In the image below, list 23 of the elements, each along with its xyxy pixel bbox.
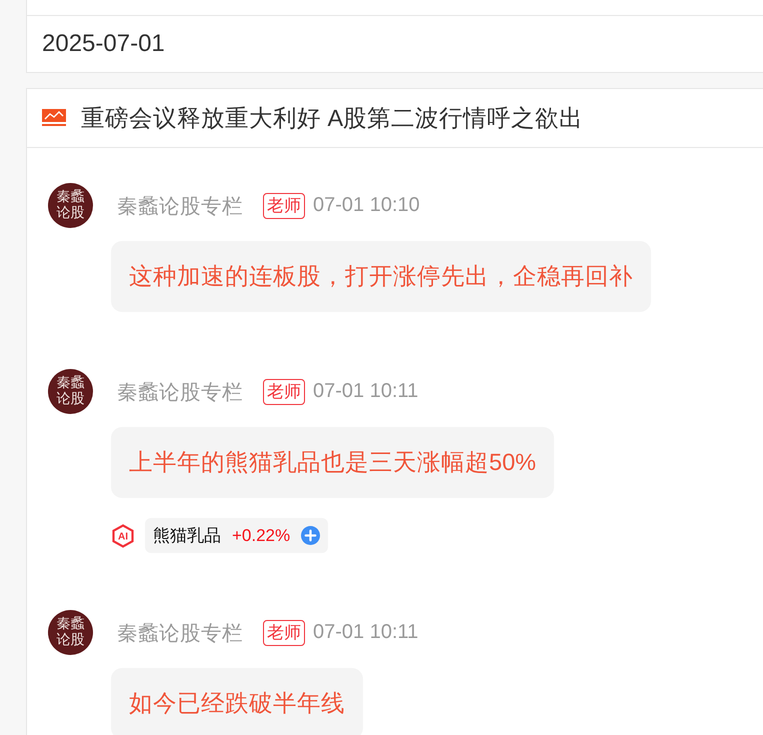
role-badge: 老师: [263, 620, 305, 646]
message-time: 07-01 10:11: [313, 621, 418, 644]
role-badge: 老师: [263, 378, 305, 404]
date-label: 2025-07-01: [42, 30, 165, 58]
role-badge: 老师: [263, 192, 305, 218]
avatar-text: 秦蠡论股: [56, 190, 84, 221]
avatar-text: 秦蠡论股: [56, 617, 84, 648]
stock-name: 熊猫乳品: [153, 525, 221, 547]
stock-chip[interactable]: 熊猫乳品 +0.22%: [145, 518, 328, 553]
ai-badge: AI: [111, 524, 135, 548]
author-name: 秦蠡论股专栏: [117, 380, 243, 406]
message-time: 07-01 10:10: [313, 194, 420, 217]
author-name: 秦蠡论股专栏: [117, 620, 243, 646]
chart-icon: [42, 109, 66, 127]
message-bubble: 上半年的熊猫乳品也是三天涨幅超50%: [111, 427, 554, 498]
avatar-text: 秦蠡论股: [56, 376, 84, 407]
stock-change: +0.22%: [232, 526, 290, 546]
add-icon[interactable]: [301, 526, 320, 545]
article-title: 重磅会议释放重大利好 A股第二波行情呼之欲出: [81, 104, 584, 133]
author-name: 秦蠡论股专栏: [117, 194, 243, 220]
message-time: 07-01 10:11: [313, 380, 418, 403]
message-bubble: 如今已经跌破半年线: [111, 668, 363, 735]
message-bubble: 这种加速的连板股，打开涨停先出，企稳再回补: [111, 241, 651, 312]
